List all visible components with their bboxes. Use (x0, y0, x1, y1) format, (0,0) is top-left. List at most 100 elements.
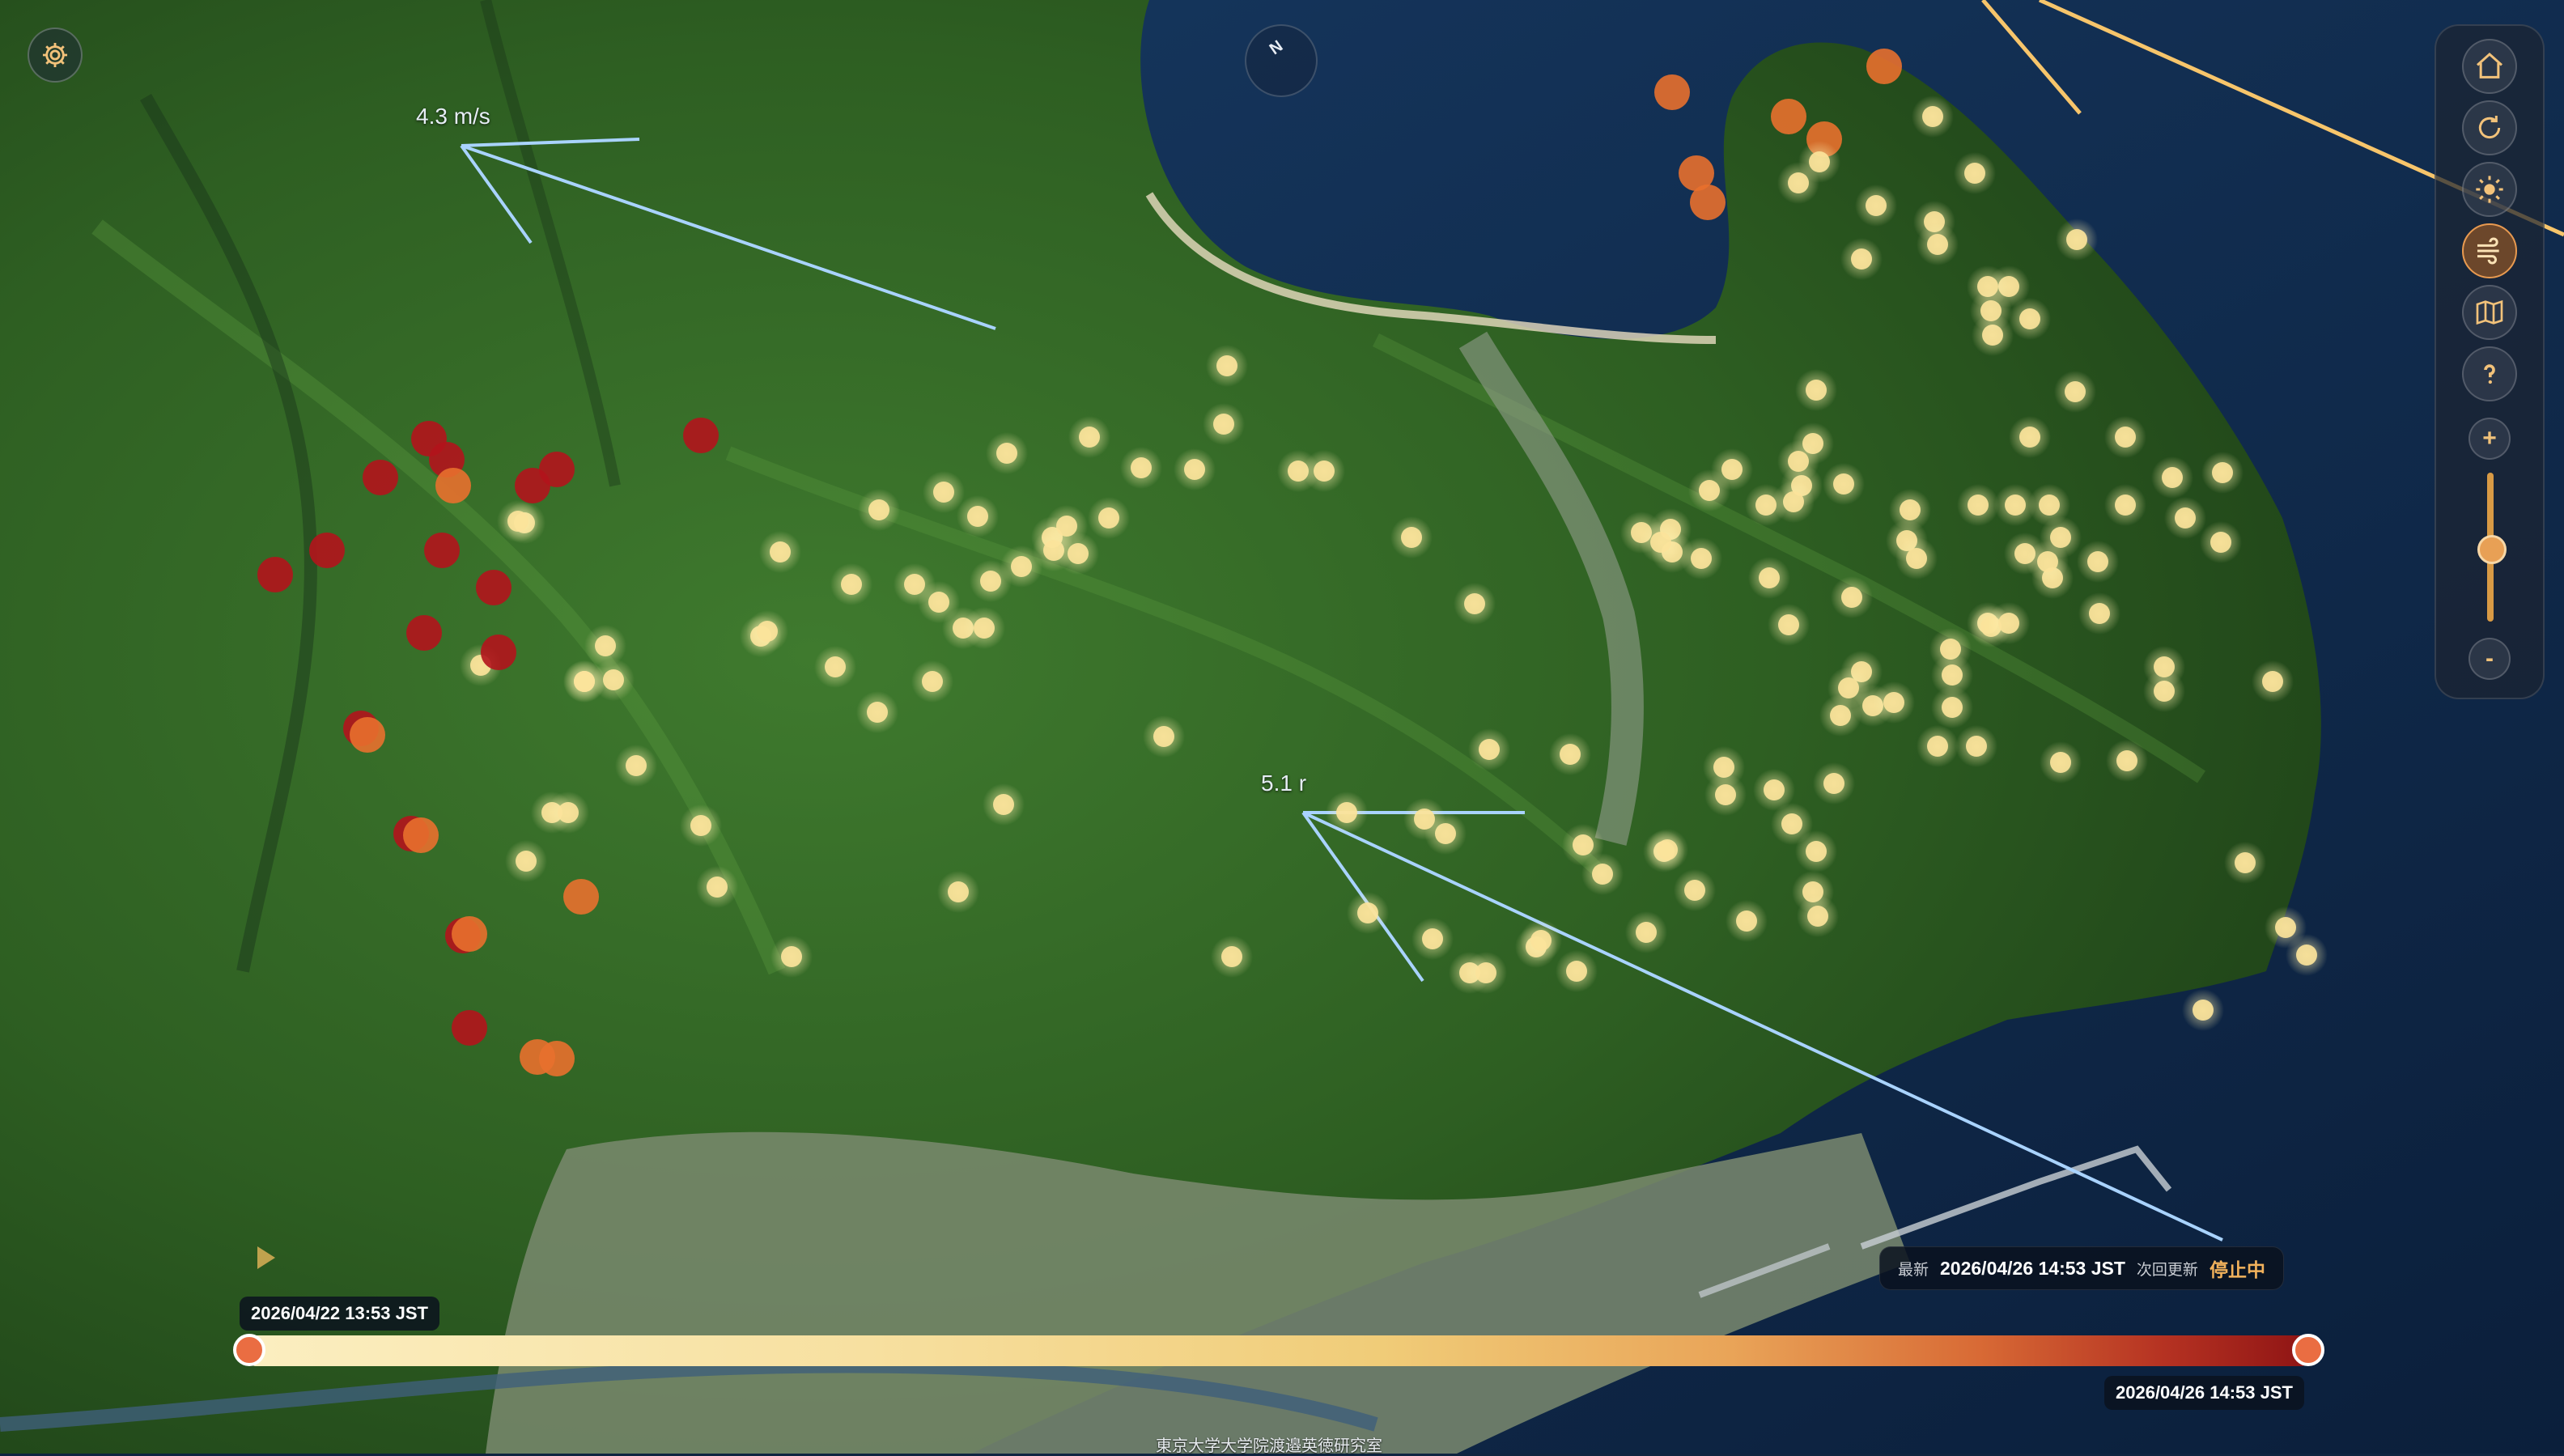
hotspot-old[interactable] (476, 570, 512, 605)
hotspot-recent[interactable] (996, 443, 1017, 464)
hotspot-recent[interactable] (867, 702, 888, 723)
hotspot-recent[interactable] (1755, 495, 1777, 516)
zoom-in-button[interactable]: + (2468, 418, 2511, 460)
hotspot-recent[interactable] (516, 851, 537, 872)
settings-button[interactable] (28, 28, 83, 83)
hotspot-recent[interactable] (574, 671, 595, 692)
hotspot-recent[interactable] (2275, 917, 2296, 938)
hotspot-recent[interactable] (1788, 172, 1809, 193)
hotspot-recent[interactable] (1883, 692, 1904, 713)
hotspot-recent[interactable] (2154, 656, 2175, 677)
hotspot-recent[interactable] (1759, 567, 1780, 588)
hotspot-recent[interactable] (2005, 495, 2026, 516)
wind-toggle-button[interactable] (2462, 223, 2517, 278)
hotspot-recent[interactable] (603, 669, 624, 690)
hotspot-recent[interactable] (933, 482, 954, 503)
hotspot-recent[interactable] (1922, 106, 1943, 127)
zoom-out-button[interactable]: - (2468, 638, 2511, 680)
hotspot-recent[interactable] (1927, 234, 1948, 255)
hotspot-recent[interactable] (1788, 451, 1809, 472)
hotspot-recent[interactable] (1098, 507, 1119, 528)
hotspot-old[interactable] (539, 452, 575, 487)
hotspot-recent[interactable] (2175, 507, 2196, 528)
hotspot-recent[interactable] (1715, 784, 1736, 805)
hotspot-recent[interactable] (1764, 779, 1785, 800)
hotspot-recent[interactable] (2019, 427, 2040, 448)
compass[interactable]: N (1245, 24, 1318, 97)
hotspot-recent[interactable] (1966, 736, 1987, 757)
hotspot-recent[interactable] (2210, 532, 2231, 553)
hotspot-recent[interactable] (1336, 802, 1357, 823)
daylight-button[interactable] (2462, 162, 2517, 217)
hotspot-recent[interactable] (1927, 736, 1948, 757)
hotspot-recent[interactable] (2193, 1000, 2214, 1021)
hotspot-recent[interactable] (2050, 752, 2071, 773)
hotspot-old[interactable] (309, 533, 345, 568)
hotspot-recent[interactable] (1684, 880, 1705, 901)
hotspot-recent[interactable] (825, 656, 846, 677)
hotspot-recent[interactable] (841, 574, 862, 595)
hotspot-mid[interactable] (1771, 99, 1806, 134)
hotspot-old[interactable] (683, 418, 719, 453)
hotspot-old[interactable] (452, 1010, 487, 1046)
hotspot-recent[interactable] (980, 571, 1001, 592)
hotspot-recent[interactable] (1781, 813, 1802, 834)
hotspot-recent[interactable] (1806, 380, 1827, 401)
hotspot-recent[interactable] (1806, 841, 1827, 862)
hotspot-old[interactable] (257, 557, 293, 592)
home-button[interactable] (2462, 39, 2517, 94)
hotspot-mid[interactable] (1690, 185, 1726, 220)
hotspot-recent[interactable] (2116, 750, 2137, 771)
hotspot-recent[interactable] (1736, 911, 1757, 932)
help-button[interactable] (2462, 346, 2517, 401)
hotspot-mid[interactable] (563, 879, 599, 915)
hotspot-recent[interactable] (2235, 852, 2256, 873)
hotspot-mid[interactable] (1866, 49, 1902, 84)
hotspot-old[interactable] (363, 460, 398, 495)
hotspot-mid[interactable] (350, 717, 385, 753)
hotspot-recent[interactable] (868, 499, 889, 520)
hotspot-recent[interactable] (2115, 495, 2136, 516)
hotspot-recent[interactable] (707, 877, 728, 898)
hotspot-recent[interactable] (1851, 248, 1872, 270)
hotspot-recent[interactable] (2262, 671, 2283, 692)
hotspot-recent[interactable] (1823, 773, 1844, 794)
hotspot-recent[interactable] (1464, 593, 1485, 614)
hotspot-recent[interactable] (2087, 551, 2108, 572)
hotspot-recent[interactable] (2212, 462, 2233, 483)
hotspot-recent[interactable] (1314, 461, 1335, 482)
hotspot-recent[interactable] (2162, 467, 2183, 488)
timeline-end-handle[interactable] (2292, 1334, 2324, 1366)
hotspot-mid[interactable] (435, 468, 471, 503)
hotspot-recent[interactable] (1906, 548, 1927, 569)
hotspot-recent[interactable] (2115, 427, 2136, 448)
hotspot-recent[interactable] (1657, 839, 1678, 860)
hotspot-recent[interactable] (1650, 532, 1671, 553)
hotspot-recent[interactable] (1560, 744, 1581, 765)
hotspot-mid[interactable] (520, 1039, 555, 1075)
hotspot-recent[interactable] (1401, 527, 1422, 548)
hotspot-recent[interactable] (1079, 427, 1100, 448)
hotspot-recent[interactable] (1807, 906, 1828, 927)
hotspot-recent[interactable] (1830, 705, 1851, 726)
play-icon[interactable] (257, 1246, 275, 1269)
hotspot-recent[interactable] (1153, 726, 1174, 747)
hotspot-recent[interactable] (2039, 495, 2060, 516)
hotspot-old[interactable] (424, 533, 460, 568)
hotspot-recent[interactable] (1475, 962, 1496, 983)
hotspot-recent[interactable] (967, 506, 988, 527)
hotspot-old[interactable] (481, 635, 516, 670)
hotspot-recent[interactable] (1566, 961, 1587, 982)
hotspot-recent[interactable] (2037, 551, 2058, 572)
hotspot-recent[interactable] (1422, 928, 1443, 949)
hotspot-recent[interactable] (1866, 195, 1887, 216)
hotspot-recent[interactable] (1964, 163, 1985, 184)
hotspot-recent[interactable] (1699, 480, 1720, 501)
hotspot-recent[interactable] (2089, 603, 2110, 624)
hotspot-recent[interactable] (1131, 457, 1152, 478)
hotspot-recent[interactable] (1636, 922, 1657, 943)
hotspot-recent[interactable] (1900, 499, 1921, 520)
hotspot-recent[interactable] (1968, 495, 1989, 516)
hotspot-recent[interactable] (1691, 548, 1712, 569)
hotspot-recent[interactable] (974, 618, 995, 639)
